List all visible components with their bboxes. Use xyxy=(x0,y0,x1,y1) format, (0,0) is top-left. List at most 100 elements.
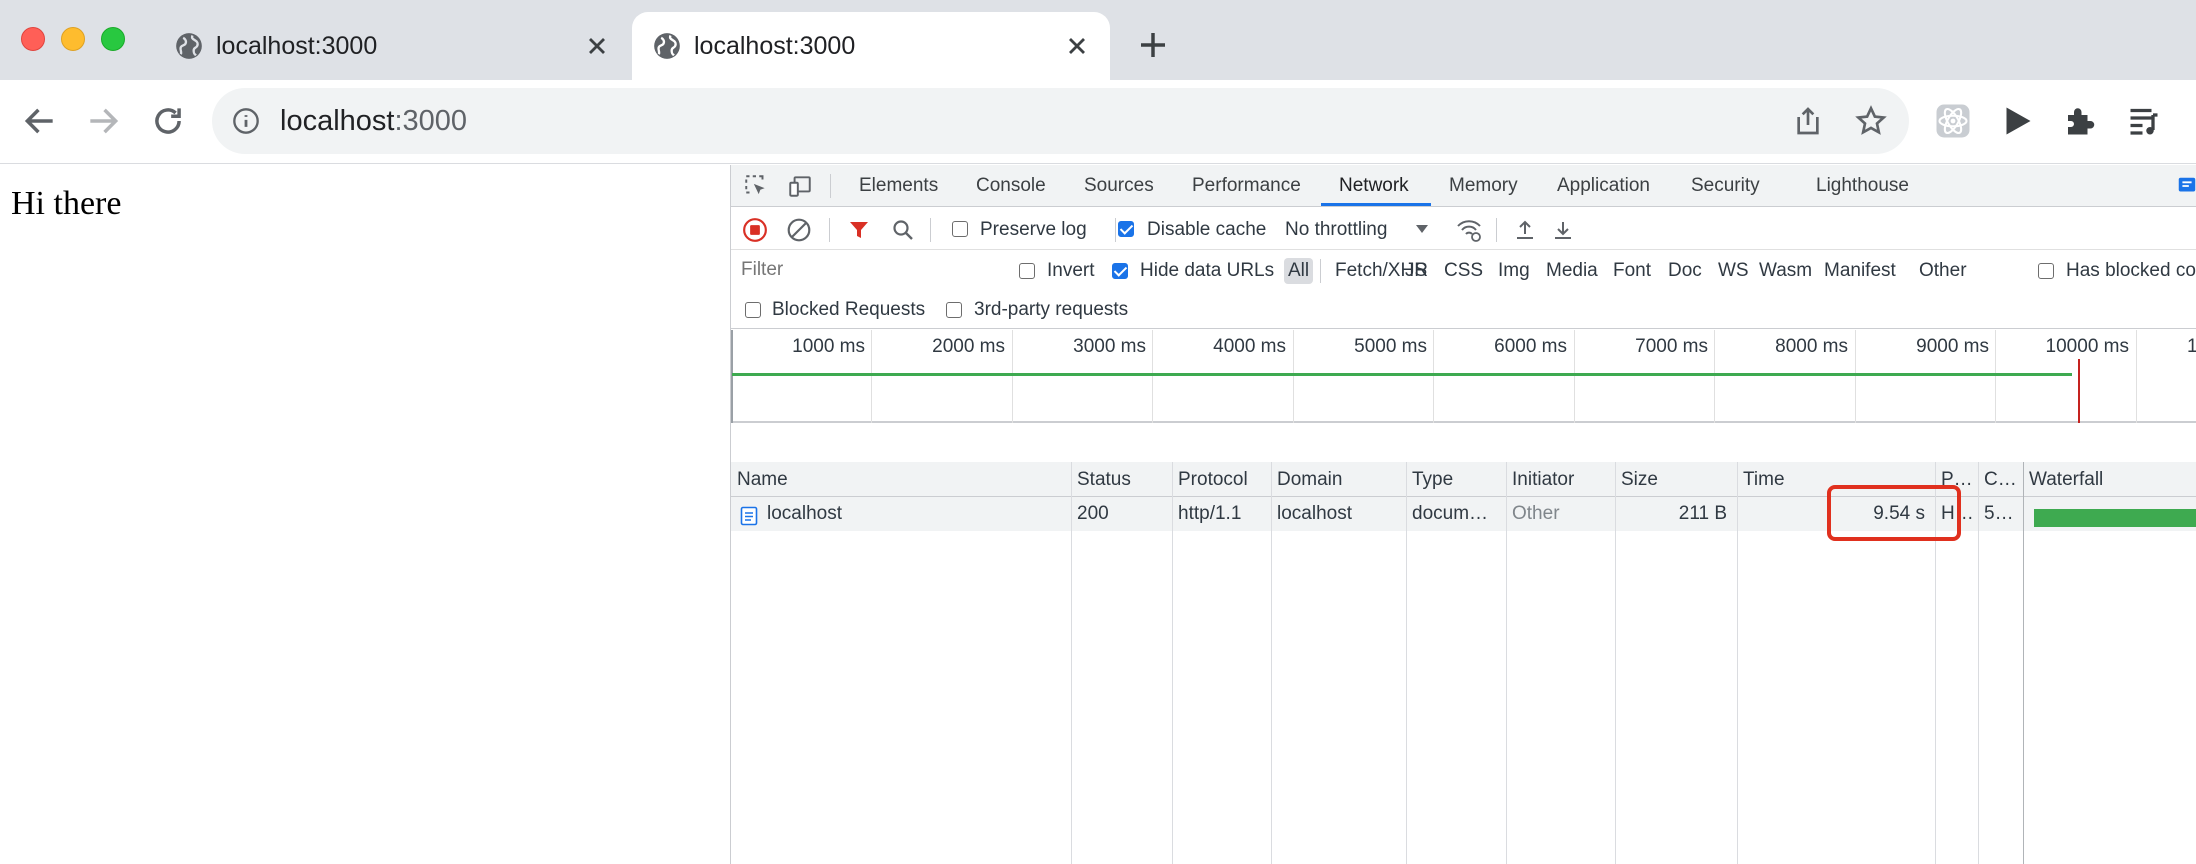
tick-label: 2000 ms xyxy=(932,336,1005,357)
tick-label: 4000 ms xyxy=(1213,336,1286,357)
column-header-status[interactable]: Status xyxy=(1077,469,1131,491)
filter-type-doc[interactable]: Doc xyxy=(1664,258,1706,284)
filter-type-wasm[interactable]: Wasm xyxy=(1755,258,1816,284)
forward-arrow-icon[interactable] xyxy=(84,102,122,140)
tick-label: 8000 ms xyxy=(1775,336,1848,357)
blocked-requests-checkbox[interactable] xyxy=(745,302,761,318)
issues-icon[interactable] xyxy=(2176,175,2196,197)
clear-icon[interactable] xyxy=(786,217,812,243)
cell-connection: 5… xyxy=(1984,503,2014,524)
column-header-protocol[interactable]: Protocol xyxy=(1178,469,1248,491)
filter-funnel-icon[interactable] xyxy=(847,218,871,242)
cell-protocol: http/1.1 xyxy=(1178,503,1242,524)
window-maximize-button[interactable] xyxy=(101,27,125,51)
tab-title: localhost:3000 xyxy=(694,32,856,60)
device-toolbar-icon[interactable] xyxy=(787,173,813,199)
play-icon[interactable] xyxy=(1999,103,2035,139)
disable-cache-checkbox[interactable] xyxy=(1118,221,1134,237)
tab-lighthouse[interactable]: Lighthouse xyxy=(1816,175,1909,197)
export-har-download-icon[interactable] xyxy=(1551,218,1575,242)
tick-label: 6000 ms xyxy=(1494,336,1567,357)
close-icon[interactable] xyxy=(1063,32,1091,60)
tab-application[interactable]: Application xyxy=(1557,175,1650,197)
tab-performance[interactable]: Performance xyxy=(1192,175,1301,197)
column-header-size[interactable]: Size xyxy=(1621,469,1658,491)
filter-type-ws[interactable]: WS xyxy=(1714,258,1753,284)
invert-checkbox[interactable] xyxy=(1019,263,1035,279)
tab-elements[interactable]: Elements xyxy=(859,175,938,197)
table-row[interactable]: localhost 200 http/1.1 localhost docum… … xyxy=(731,497,2196,531)
has-blocked-cookies-label: Has blocked co xyxy=(2066,260,2196,281)
tab-network[interactable]: Network xyxy=(1339,175,1409,197)
new-tab-plus-icon[interactable] xyxy=(1137,29,1169,61)
tick-label: 3000 ms xyxy=(1073,336,1146,357)
reload-icon[interactable] xyxy=(149,102,187,140)
cell-status: 200 xyxy=(1077,503,1109,524)
record-stop-icon[interactable] xyxy=(742,217,768,243)
window-close-button[interactable] xyxy=(21,27,45,51)
browser-tab-1[interactable]: localhost:3000 xyxy=(154,12,629,80)
cell-type: docum… xyxy=(1412,503,1489,524)
chevron-down-icon[interactable] xyxy=(1415,224,1429,234)
throttling-select[interactable]: No throttling xyxy=(1285,219,1387,241)
filter-input[interactable] xyxy=(735,254,997,286)
tab-title: localhost:3000 xyxy=(216,32,378,60)
devtools-panel-tabs: Elements Console Sources Performance Net… xyxy=(731,165,2196,207)
tick-label: 9000 ms xyxy=(1916,336,1989,357)
network-toolbar: Preserve log Disable cache No throttling xyxy=(731,208,2196,250)
web-page-viewport: Hi there xyxy=(0,165,730,864)
column-header-domain[interactable]: Domain xyxy=(1277,469,1342,491)
filter-type-img[interactable]: Img xyxy=(1494,258,1534,284)
tab-console[interactable]: Console xyxy=(976,175,1046,197)
back-arrow-icon[interactable] xyxy=(21,102,59,140)
requests-table-header: Name Status Protocol Domain Type Initiat… xyxy=(731,462,2196,497)
preserve-log-checkbox[interactable] xyxy=(952,221,968,237)
column-header-connection[interactable]: C… xyxy=(1984,469,2017,491)
column-header-time[interactable]: Time xyxy=(1743,469,1785,491)
time-cell-highlight xyxy=(1827,485,1961,541)
tab-memory[interactable]: Memory xyxy=(1449,175,1518,197)
filter-type-other[interactable]: Other xyxy=(1915,258,1971,284)
filter-type-css[interactable]: CSS xyxy=(1440,258,1487,284)
filter-type-manifest[interactable]: Manifest xyxy=(1820,258,1900,284)
network-conditions-icon[interactable] xyxy=(1455,217,1483,243)
extensions-puzzle-icon[interactable] xyxy=(2062,103,2098,139)
column-header-initiator[interactable]: Initiator xyxy=(1512,469,1574,491)
inspect-element-icon[interactable] xyxy=(743,173,769,199)
info-icon[interactable] xyxy=(232,107,260,135)
window-minimize-button[interactable] xyxy=(61,27,85,51)
cell-size: 211 B xyxy=(1678,503,1727,524)
react-devtools-icon[interactable] xyxy=(1935,103,1971,139)
page-text: Hi there xyxy=(11,185,122,222)
address-bar[interactable]: localhost:3000 xyxy=(212,88,1909,154)
network-overview-timeline[interactable]: 1000 ms 2000 ms 3000 ms 4000 ms 5000 ms … xyxy=(731,330,2196,423)
search-icon[interactable] xyxy=(891,218,915,242)
browser-tab-2-active[interactable]: localhost:3000 xyxy=(632,12,1110,80)
cell-name: localhost xyxy=(767,503,842,524)
browser-tab-strip: localhost:3000 localhost:3000 xyxy=(0,0,2196,80)
globe-icon xyxy=(654,33,680,59)
filter-type-font[interactable]: Font xyxy=(1609,258,1655,284)
filter-type-js[interactable]: JS xyxy=(1401,258,1431,284)
document-icon xyxy=(740,506,758,526)
hide-data-urls-checkbox[interactable] xyxy=(1112,263,1128,279)
tab-sources[interactable]: Sources xyxy=(1084,175,1154,197)
preserve-log-label: Preserve log xyxy=(980,219,1087,240)
third-party-requests-checkbox[interactable] xyxy=(946,302,962,318)
reading-list-icon[interactable] xyxy=(2126,103,2162,139)
filter-type-media[interactable]: Media xyxy=(1542,258,1602,284)
tick-label: 1 xyxy=(2187,336,2196,358)
waterfall-bar xyxy=(2034,509,2196,527)
import-har-upload-icon[interactable] xyxy=(1513,218,1537,242)
column-header-name[interactable]: Name xyxy=(737,469,788,491)
has-blocked-cookies-checkbox[interactable] xyxy=(2038,263,2054,279)
column-header-waterfall[interactable]: Waterfall xyxy=(2029,469,2103,491)
tab-security[interactable]: Security xyxy=(1691,175,1760,197)
bookmark-star-icon[interactable] xyxy=(1855,105,1887,137)
close-icon[interactable] xyxy=(583,32,611,60)
filter-type-all[interactable]: All xyxy=(1284,258,1314,284)
column-header-type[interactable]: Type xyxy=(1412,469,1453,491)
cell-domain: localhost xyxy=(1277,503,1352,524)
share-icon[interactable] xyxy=(1792,105,1824,137)
disable-cache-label: Disable cache xyxy=(1147,219,1267,240)
